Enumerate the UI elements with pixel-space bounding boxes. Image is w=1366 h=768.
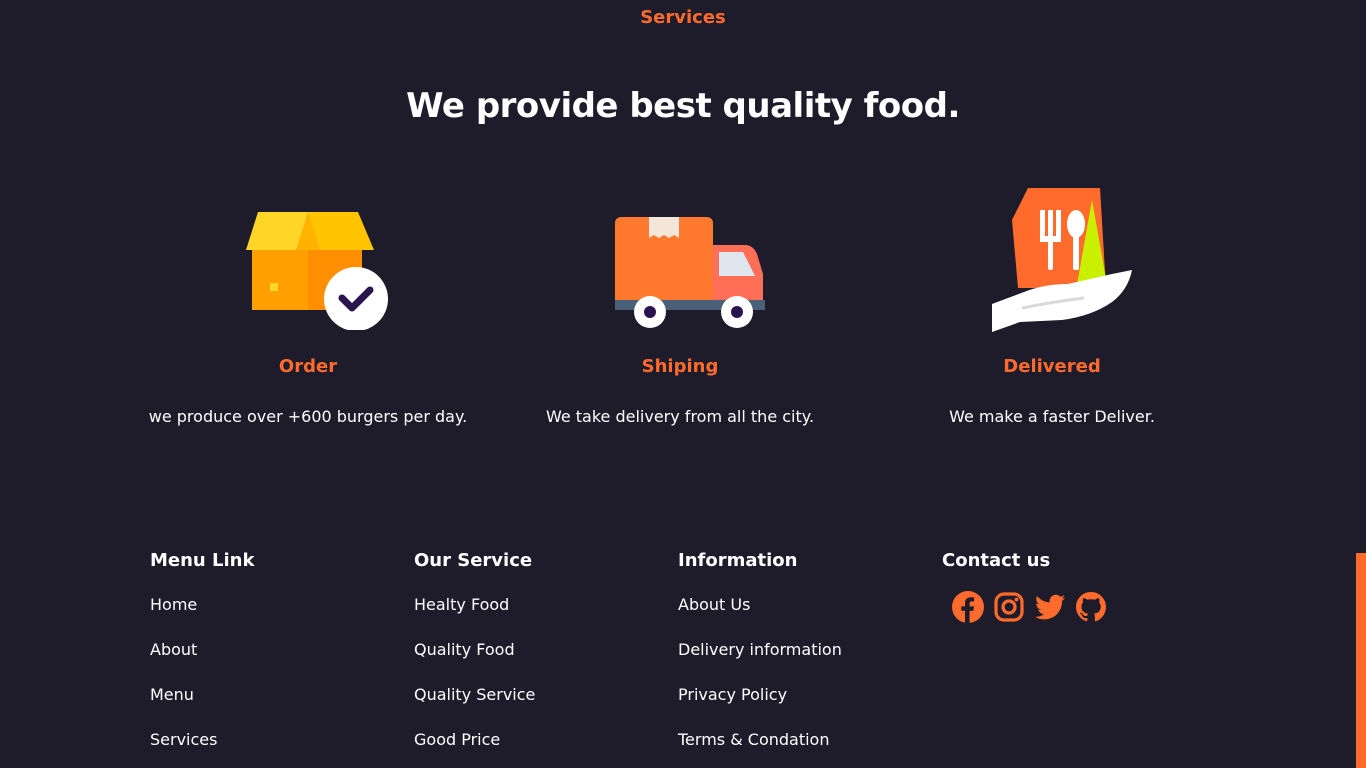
footer-link-home[interactable]: Home [150,595,390,640]
github-icon[interactable] [1075,591,1107,623]
footer-link-good-price[interactable]: Good Price [414,730,654,768]
footer-our-service: Our Service Healty Food Quality Food Qua… [414,550,654,768]
footer-link-quality-food[interactable]: Quality Food [414,640,654,685]
service-card-delivered: Delivered We make a faster Deliver. [872,180,1232,426]
service-title: Order [278,356,338,377]
footer-heading: Our Service [414,550,533,571]
service-title: Shiping [641,356,719,377]
footer-contact: Contact us [942,550,1182,623]
scrollbar-thumb[interactable] [1356,553,1366,768]
footer-link-privacy-policy[interactable]: Privacy Policy [678,685,918,730]
social-links [952,591,1182,623]
service-description: We take delivery from all the city. [545,407,815,426]
footer-link-about[interactable]: About [150,640,390,685]
service-card-shipping: Shiping We take delivery from all the ci… [500,180,860,426]
facebook-icon[interactable] [952,591,984,623]
service-description: we produce over +600 burgers per day. [148,407,468,426]
instagram-icon[interactable] [993,591,1025,623]
footer-information: Information About Us Delivery informatio… [678,550,918,768]
footer-heading: Menu Link [150,550,255,571]
footer-link-terms[interactable]: Terms & Condation [678,730,918,768]
service-card-order: Order we produce over +600 burgers per d… [128,180,488,426]
twitter-icon[interactable] [1034,591,1066,623]
section-label: Services [640,7,726,28]
service-description: We make a faster Deliver. [949,407,1155,426]
footer-link-services[interactable]: Services [150,730,390,768]
footer-menu-link: Menu Link Home About Menu Services [150,550,390,768]
box-check-icon [128,180,488,340]
hand-food-bag-icon [872,180,1232,340]
section-title: We provide best quality food. [406,86,960,126]
footer-heading: Information [678,550,798,571]
footer-heading: Contact us [942,550,1051,571]
footer-link-delivery-information[interactable]: Delivery information [678,640,918,685]
footer-link-about-us[interactable]: About Us [678,595,918,640]
service-title: Delivered [1003,356,1101,377]
footer-link-healty-food[interactable]: Healty Food [414,595,654,640]
services-page: Services We provide best quality food. O… [0,0,1366,768]
delivery-truck-icon [500,180,860,340]
footer-link-menu[interactable]: Menu [150,685,390,730]
footer-link-quality-service[interactable]: Quality Service [414,685,654,730]
